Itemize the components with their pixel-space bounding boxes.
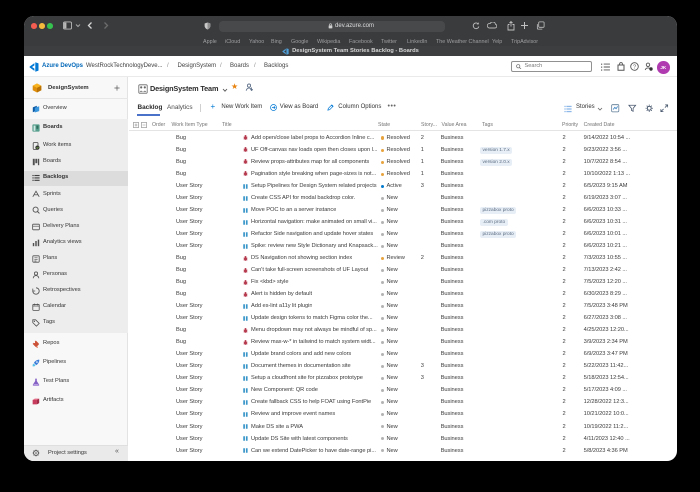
svg-text:?: ? — [633, 64, 636, 70]
